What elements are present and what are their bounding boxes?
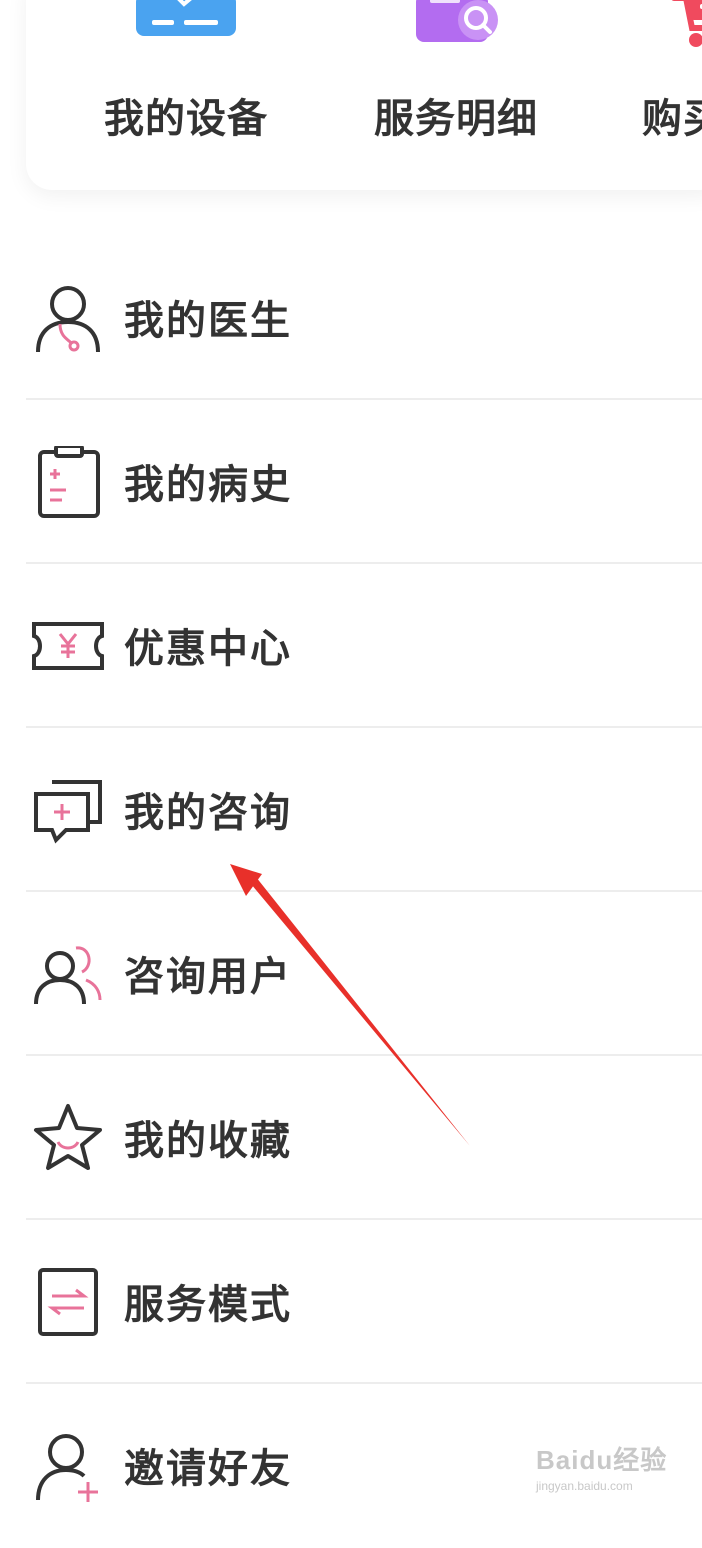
quick-action-service-details[interactable]: 服务明细 — [356, 0, 556, 190]
consult-chat-icon — [34, 780, 102, 844]
menu-item-label: 咨询用户 — [124, 954, 292, 1000]
baidu-jingyan-watermark: Baidu经验 jingyan.baidu.com — [536, 1440, 686, 1493]
star-icon — [34, 1104, 102, 1170]
quick-actions-card: 我的设备 服务明细 购买 — [26, 0, 702, 190]
menu-item-label: 服务模式 — [124, 1282, 292, 1328]
watermark-brand: Baidu经验 — [536, 1445, 668, 1475]
menu-item-service-mode[interactable]: 服务模式 — [26, 1220, 702, 1384]
menu-item-medical-history[interactable]: 我的病史 — [26, 400, 702, 564]
profile-menu-list: 我的医生 我的病史 优惠中心 我的咨询 咨询用户 我的收藏 服务模式 邀请好友 — [26, 236, 702, 1548]
menu-item-my-favorites[interactable]: 我的收藏 — [26, 1056, 702, 1220]
watermark-url: jingyan.baidu.com — [536, 1479, 633, 1493]
quick-action-label: 服务明细 — [374, 96, 538, 142]
menu-item-my-doctor[interactable]: 我的医生 — [26, 236, 702, 400]
menu-item-my-consultations[interactable]: 我的咨询 — [26, 728, 702, 892]
menu-item-label: 我的收藏 — [124, 1118, 292, 1164]
quick-action-my-devices[interactable]: 我的设备 — [86, 0, 286, 190]
document-search-icon — [416, 0, 498, 42]
quick-action-buy[interactable]: 购买 — [628, 0, 702, 190]
tablet-device-icon — [136, 0, 236, 36]
menu-item-consult-users[interactable]: 咨询用户 — [26, 892, 702, 1056]
switch-mode-icon — [38, 1268, 98, 1336]
coupon-ticket-icon — [32, 622, 104, 670]
quick-action-label: 购买 — [642, 96, 702, 142]
clipboard-icon — [38, 446, 100, 518]
menu-item-label: 我的病史 — [124, 462, 292, 508]
add-friend-icon — [36, 1434, 98, 1502]
menu-item-label: 我的医生 — [124, 298, 292, 344]
users-icon — [34, 946, 102, 1005]
menu-item-coupon-center[interactable]: 优惠中心 — [26, 564, 702, 728]
quick-action-label: 我的设备 — [104, 96, 268, 142]
menu-item-label: 邀请好友 — [124, 1446, 292, 1492]
menu-item-label: 我的咨询 — [124, 790, 292, 836]
menu-item-label: 优惠中心 — [124, 626, 292, 672]
shopping-cart-icon — [671, 0, 702, 47]
doctor-icon — [36, 286, 100, 353]
